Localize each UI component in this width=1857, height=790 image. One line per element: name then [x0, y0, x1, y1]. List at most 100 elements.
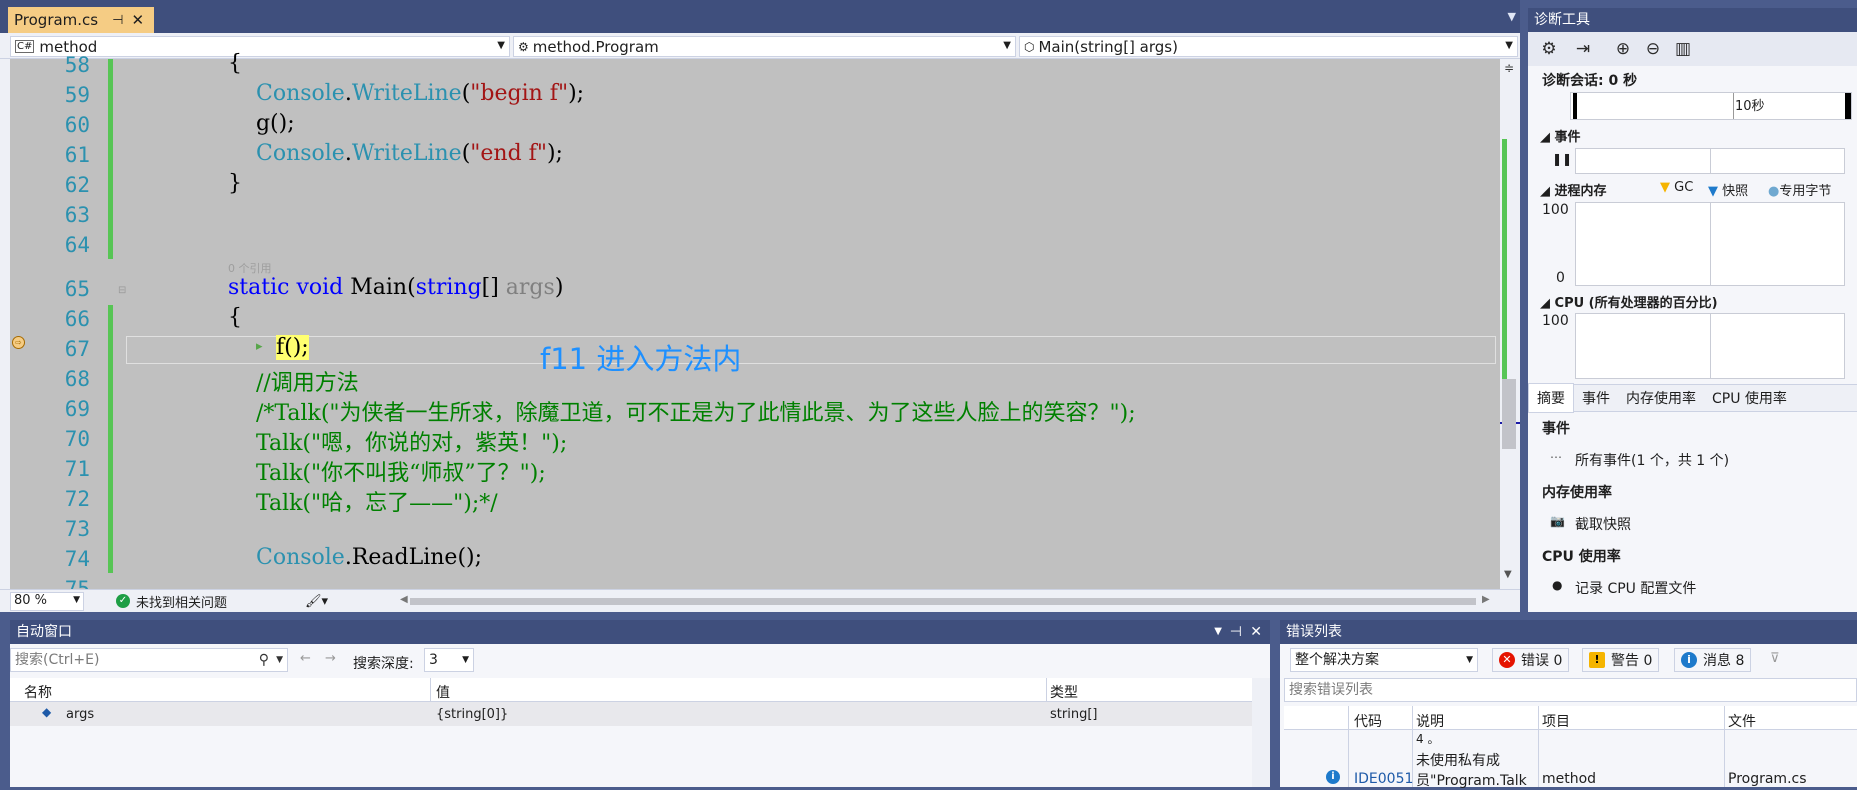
- line-number: 72: [64, 487, 90, 511]
- close-icon[interactable]: ✕: [1250, 620, 1262, 644]
- gc-icon: ▼: [1660, 180, 1670, 195]
- search-icon[interactable]: ⚲: [259, 649, 269, 671]
- tab-summary[interactable]: 摘要: [1528, 383, 1574, 413]
- code-line-68: //调用方法: [228, 371, 359, 396]
- legend-private: ●专用字节: [1768, 180, 1831, 199]
- col-project[interactable]: 项目: [1542, 711, 1570, 731]
- record-cpu-button[interactable]: 记录 CPU 配置文件: [1575, 578, 1696, 598]
- ruler-end: [1845, 93, 1851, 119]
- brush-icon[interactable]: 🖌▾: [305, 594, 328, 609]
- messages-filter-button[interactable]: i 消息 8: [1674, 648, 1752, 672]
- tab-cpu[interactable]: CPU 使用率: [1704, 384, 1795, 412]
- error-search-input[interactable]: 搜索错误列表: [1284, 678, 1857, 702]
- warnings-filter-button[interactable]: ! 警告 0: [1582, 648, 1660, 672]
- line-number: 59: [64, 83, 90, 107]
- line-number: 74: [64, 547, 90, 571]
- chart-icon[interactable]: ▥: [1670, 37, 1696, 61]
- memory-chart[interactable]: [1575, 202, 1845, 286]
- collapse-icon[interactable]: ⊟: [118, 285, 126, 296]
- row-description-1: 未使用私有成: [1416, 753, 1500, 769]
- scroll-right-icon[interactable]: ▶: [1482, 594, 1490, 605]
- member-name: Main(string[] args): [1038, 37, 1178, 56]
- editor-status-row: 80 % ▼ ✓ 未找到相关问题 🖌▾ ◀ ▶: [0, 589, 1520, 612]
- gear-icon[interactable]: ⚙: [1536, 37, 1562, 61]
- chevron-down-icon: ▼: [1505, 40, 1513, 51]
- forward-arrow-icon[interactable]: →: [325, 651, 336, 666]
- issues-status[interactable]: 未找到相关问题: [136, 592, 227, 611]
- tab-overflow-icon[interactable]: ▼: [1508, 10, 1516, 23]
- snapshot-icon: ▼: [1708, 184, 1718, 199]
- events-track[interactable]: [1575, 148, 1845, 174]
- row-name: args: [66, 707, 95, 722]
- timeline-ruler[interactable]: 10秒: [1570, 92, 1852, 120]
- all-events-link[interactable]: 所有事件(1 个，共 1 个): [1575, 450, 1729, 470]
- autos-search-input[interactable]: 搜索(Ctrl+E) ⚲ ▼: [10, 648, 288, 672]
- scroll-thumb[interactable]: [1502, 379, 1516, 449]
- row-code-link[interactable]: IDE0051: [1354, 771, 1413, 787]
- legend-gc-text: GC: [1674, 180, 1694, 195]
- pin-icon[interactable]: ⊣: [1230, 620, 1242, 644]
- current-statement-icon[interactable]: ⇨: [12, 336, 25, 349]
- line-number: 71: [64, 457, 90, 481]
- row-value[interactable]: {string[0]}: [436, 707, 508, 722]
- tab-program-cs[interactable]: Program.cs ⊣ ✕: [8, 7, 154, 33]
- dropdown-icon[interactable]: ▼: [1214, 620, 1222, 644]
- class-combo[interactable]: ⚙ method.Program ▼: [513, 36, 1016, 57]
- pause-icon[interactable]: ❚❚: [1552, 152, 1572, 166]
- autos-scrollbar[interactable]: [1252, 678, 1270, 787]
- autos-search-placeholder: 搜索(Ctrl+E): [15, 652, 100, 668]
- errors-filter-button[interactable]: ✕ 错误 0: [1492, 648, 1570, 672]
- back-arrow-icon[interactable]: ←: [300, 651, 311, 666]
- take-snapshot-button[interactable]: 截取快照: [1575, 514, 1631, 534]
- scope-select[interactable]: 整个解决方案 ▼: [1290, 648, 1478, 672]
- memory-max: 100: [1542, 202, 1569, 218]
- depth-select[interactable]: 3 ▼: [424, 648, 474, 672]
- error-list-title: 错误列表: [1280, 620, 1857, 644]
- step-into-icon: ▸: [256, 339, 263, 354]
- summary-cpu-heading: CPU 使用率: [1542, 549, 1621, 565]
- split-icon[interactable]: ≑: [1502, 61, 1516, 77]
- zoom-out-icon[interactable]: ⊖: [1640, 37, 1666, 61]
- export-icon[interactable]: ⇥: [1570, 37, 1596, 61]
- close-icon[interactable]: ✕: [131, 11, 144, 29]
- autos-title-text: 自动窗口: [16, 624, 72, 640]
- line-number: 73: [64, 517, 90, 541]
- depth-label: 搜索深度:: [353, 656, 414, 672]
- member-combo[interactable]: ⬡ Main(string[] args) ▼: [1019, 36, 1518, 57]
- chart-divider: [1710, 203, 1711, 285]
- ruler-label: 10秒: [1735, 99, 1765, 114]
- col-name[interactable]: 名称: [24, 682, 52, 702]
- chevron-down-icon[interactable]: ▼: [276, 649, 283, 671]
- reference-count-hint[interactable]: 0 个引用: [228, 260, 272, 276]
- horizontal-scroll-thumb[interactable]: [410, 598, 1476, 605]
- code-line-59: Console.WriteLine("begin f");: [255, 81, 585, 106]
- events-section-label: ◢ 事件: [1540, 130, 1581, 145]
- pin-icon[interactable]: ⊣: [112, 13, 123, 28]
- code-line-61: Console.WriteLine("end f");: [255, 141, 563, 166]
- col-description[interactable]: 说明: [1416, 711, 1444, 731]
- line-number: 62: [64, 173, 90, 197]
- scroll-left-icon[interactable]: ◀: [400, 594, 408, 605]
- tab-memory[interactable]: 内存使用率: [1618, 384, 1704, 412]
- ruler-tick: [1733, 93, 1734, 119]
- zoom-combo[interactable]: 80 % ▼: [10, 591, 84, 611]
- variable-icon: ◆: [42, 705, 52, 719]
- col-code[interactable]: 代码: [1354, 711, 1382, 731]
- memory-min: 0: [1556, 270, 1565, 286]
- row-file: Program.cs: [1728, 771, 1807, 787]
- scroll-down-icon[interactable]: ▼: [1504, 569, 1512, 580]
- filter-icon[interactable]: ⊽: [1770, 651, 1780, 666]
- chevron-down-icon: ▼: [497, 40, 505, 51]
- autos-title: 自动窗口 ▼ ⊣ ✕: [10, 620, 1270, 644]
- zoom-in-icon[interactable]: ⊕: [1610, 37, 1636, 61]
- vertical-scrollbar[interactable]: ≑ ▼: [1500, 59, 1520, 589]
- col-file[interactable]: 文件: [1728, 711, 1756, 731]
- diagnostics-toolbar: ⚙ ⇥ ⊕ ⊖ ▥: [1528, 32, 1857, 66]
- col-type[interactable]: 类型: [1050, 682, 1078, 702]
- col-value[interactable]: 值: [436, 682, 450, 702]
- cpu-chart[interactable]: [1575, 313, 1845, 379]
- tab-events[interactable]: 事件: [1574, 384, 1618, 412]
- code-line-74: Console.ReadLine();: [255, 545, 483, 570]
- line-number: 70: [64, 427, 90, 451]
- info-icon: i: [1326, 770, 1340, 784]
